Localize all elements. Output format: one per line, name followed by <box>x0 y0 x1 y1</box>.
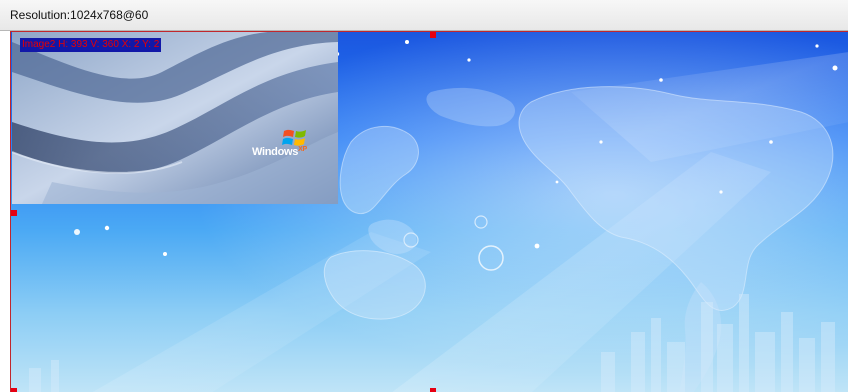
resize-handle-bottom-left[interactable] <box>11 388 17 392</box>
windows-flag-icon <box>282 129 306 146</box>
title-text: Resolution:1024x768@60 <box>10 8 149 22</box>
display-canvas[interactable]: Image2 H: 393 V: 360 X: 2 Y: 2 WindowsXP <box>10 31 848 392</box>
windows-brand-text: WindowsXP <box>252 146 307 158</box>
resize-handle-middle-left[interactable] <box>11 210 17 216</box>
resize-handle-top-middle[interactable] <box>430 32 436 38</box>
title-bar: Resolution:1024x768@60 <box>0 0 848 31</box>
windows-suffix: XP <box>298 146 307 153</box>
resize-handle-bottom-middle[interactable] <box>430 388 436 392</box>
windows-xp-wallpaper <box>12 32 338 204</box>
windows-logo: WindowsXP <box>252 128 322 166</box>
resolution-preview-window: Resolution:1024x768@60 Image2 H: 393 V: … <box>0 0 848 392</box>
windows-brand: Windows <box>252 146 299 158</box>
image-layer[interactable]: Image2 H: 393 V: 360 X: 2 Y: 2 WindowsXP <box>12 32 338 204</box>
layer-info-label: Image2 H: 393 V: 360 X: 2 Y: 2 <box>20 38 162 52</box>
